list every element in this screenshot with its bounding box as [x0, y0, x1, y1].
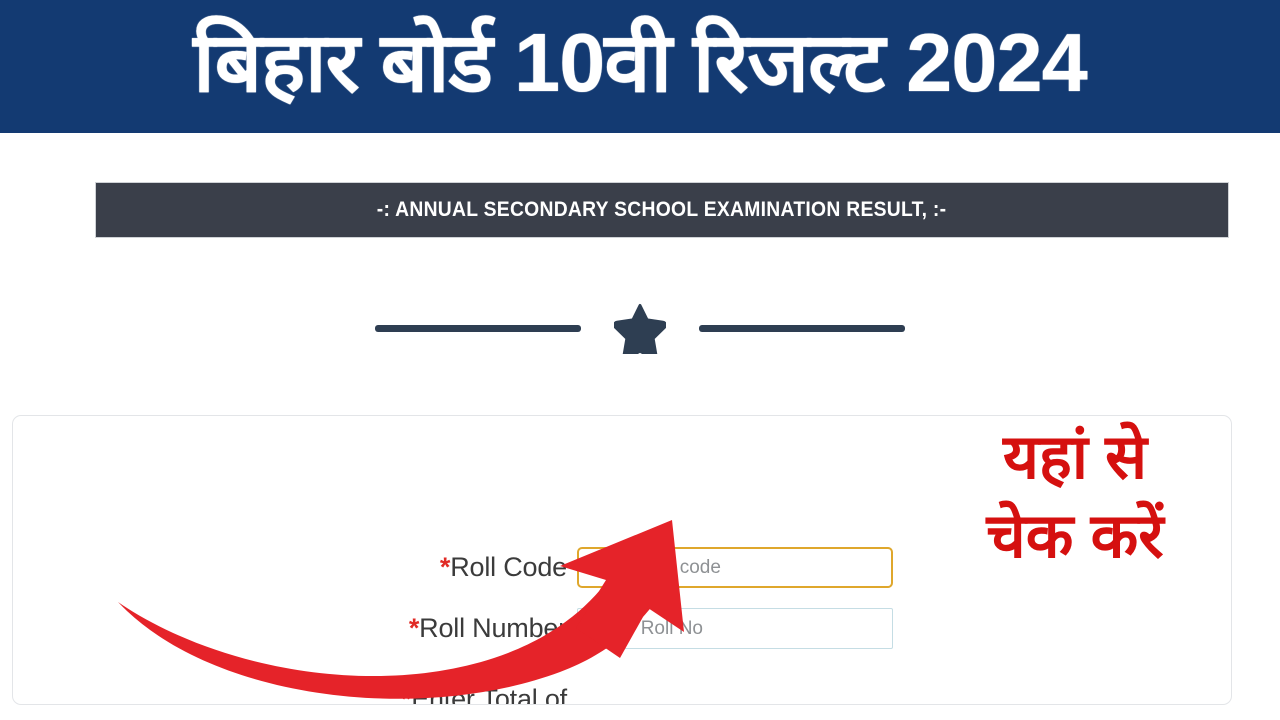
- hindi-callout: यहां से चेक करें: [910, 418, 1240, 577]
- roll-code-label-text: Roll Code: [450, 552, 567, 582]
- form-row-roll-code: *Roll Code Enter Roll code: [227, 547, 893, 588]
- captcha-label: *Enter Total of: [227, 684, 577, 705]
- form-row-roll-number: *Roll Number Enter Roll No: [227, 608, 893, 649]
- roll-number-label: *Roll Number: [227, 613, 577, 644]
- divider-rule-right: [699, 324, 905, 332]
- required-asterisk: *: [408, 613, 420, 643]
- roll-code-input[interactable]: Enter Roll code: [577, 547, 893, 588]
- roll-code-label: *Roll Code: [227, 552, 577, 583]
- banner-title: बिहार बोर्ड 10वी रिजल्ट 2024: [193, 16, 1088, 109]
- divider-rule-left: [375, 324, 581, 332]
- roll-number-label-text: Roll Number: [419, 613, 567, 643]
- page-banner: बिहार बोर्ड 10वी रिजल्ट 2024: [0, 0, 1280, 133]
- form-row-captcha-label: *Enter Total of: [227, 684, 577, 705]
- exam-result-header-bar: -: ANNUAL SECONDARY SCHOOL EXAMINATION R…: [95, 182, 1229, 238]
- hindi-callout-line-2: चेक करें: [986, 502, 1164, 572]
- hindi-callout-line-1: यहां से: [1002, 423, 1148, 492]
- exam-result-header-text: -: ANNUAL SECONDARY SCHOOL EXAMINATION R…: [377, 198, 947, 221]
- required-asterisk: *: [400, 684, 412, 705]
- star-icon: [614, 302, 666, 354]
- captcha-label-text: Enter Total of: [411, 684, 567, 705]
- required-asterisk: *: [439, 552, 451, 582]
- section-divider: [0, 298, 1280, 358]
- roll-number-input[interactable]: Enter Roll No: [577, 608, 893, 649]
